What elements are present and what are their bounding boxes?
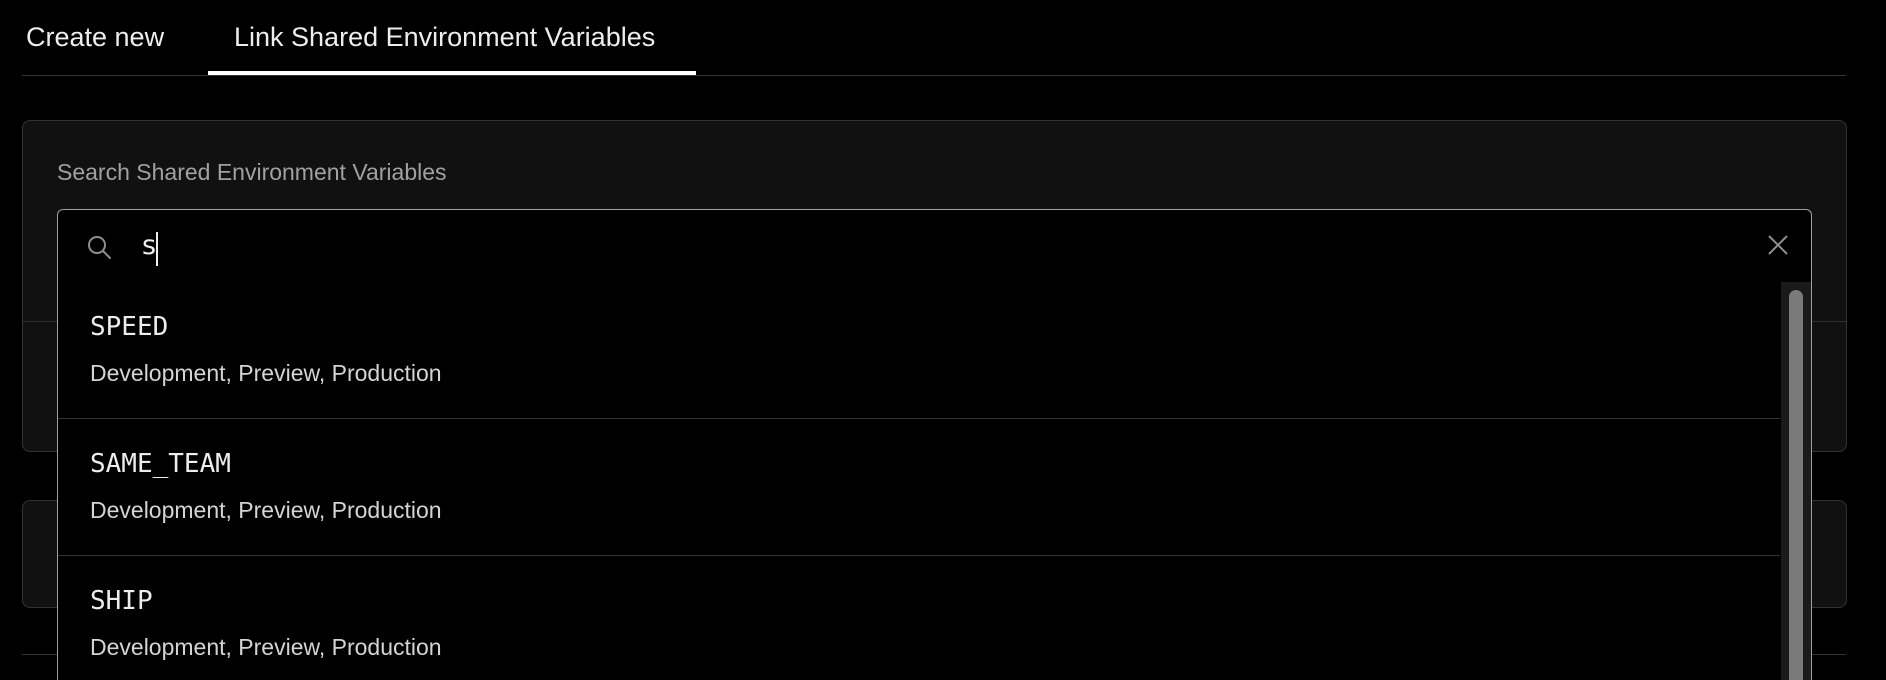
scrollbar[interactable]	[1781, 282, 1811, 680]
variable-environments: Development, Preview, Production	[90, 634, 442, 660]
variable-name: SAME_TEAM	[90, 449, 231, 479]
result-option[interactable]: SHIP Development, Preview, Production	[58, 556, 1780, 680]
page: Create new Link Shared Environment Varia…	[0, 0, 1886, 680]
variable-environments: Development, Preview, Production	[90, 497, 442, 523]
search-input[interactable]	[142, 224, 1722, 266]
tab-link-shared-env-vars[interactable]: Link Shared Environment Variables	[234, 22, 655, 53]
tab-bar: Create new Link Shared Environment Varia…	[22, 0, 1846, 76]
result-option[interactable]: SAME_TEAM Development, Preview, Producti…	[58, 419, 1780, 556]
active-tab-indicator	[208, 71, 696, 75]
scrollbar-thumb[interactable]	[1789, 290, 1803, 680]
search-icon	[88, 236, 111, 259]
variable-name: SPEED	[90, 312, 169, 342]
search-combobox[interactable]	[57, 209, 1812, 283]
variable-environments: Development, Preview, Production	[90, 360, 442, 386]
result-option[interactable]: SPEED Development, Preview, Production	[58, 282, 1780, 419]
tab-create-new[interactable]: Create new	[26, 22, 164, 53]
variable-name: SHIP	[90, 586, 153, 616]
results-dropdown: SPEED Development, Preview, Production S…	[57, 282, 1812, 680]
text-caret	[156, 232, 158, 266]
search-label: Search Shared Environment Variables	[57, 159, 447, 185]
close-icon[interactable]	[1767, 234, 1789, 256]
